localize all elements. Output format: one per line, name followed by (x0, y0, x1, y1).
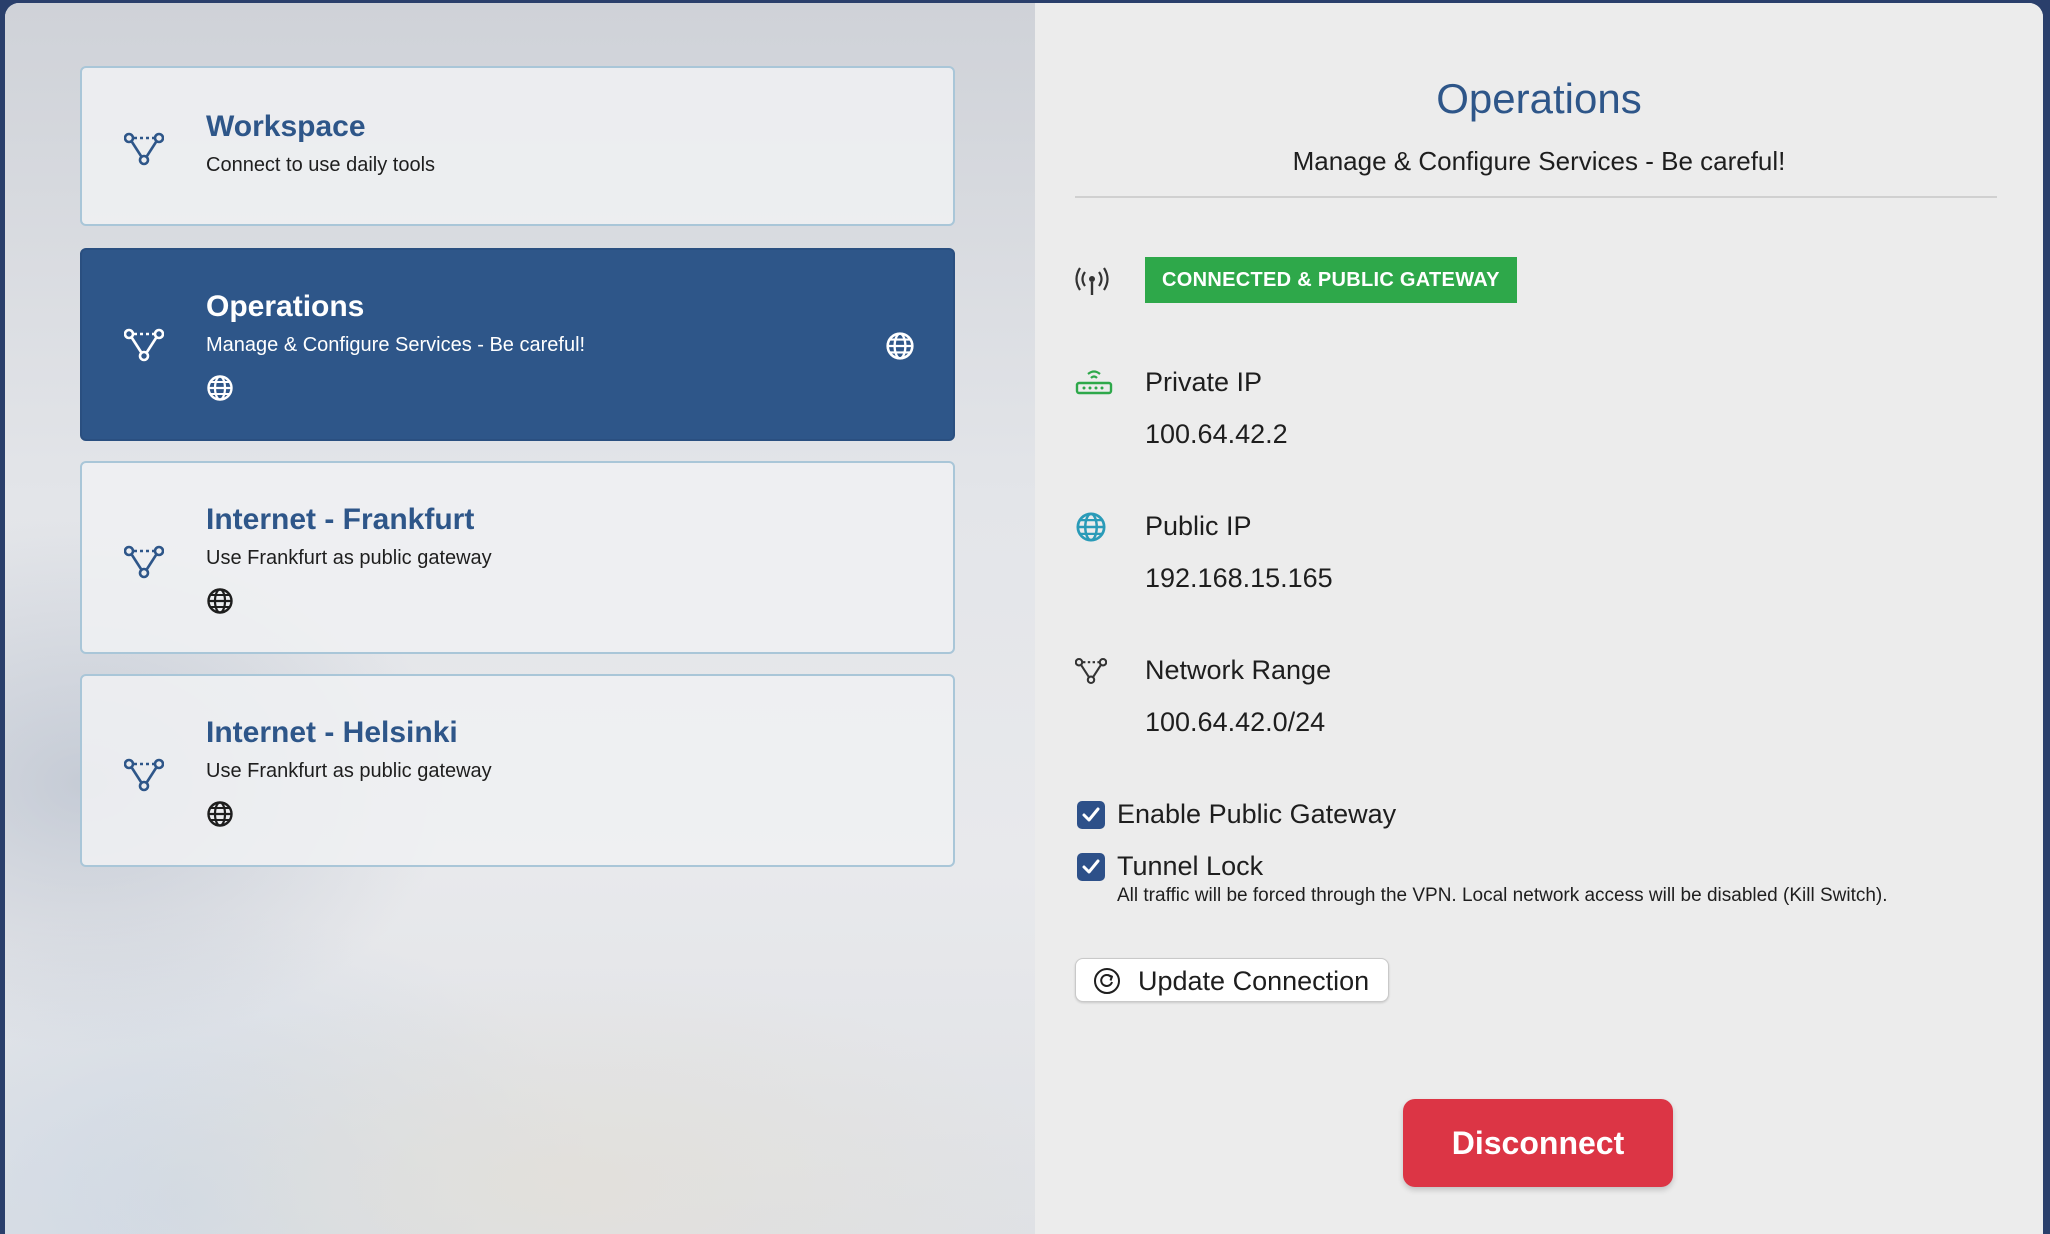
connection-subtitle: Use Frankfurt as public gateway (206, 547, 492, 569)
router-icon (1075, 370, 1113, 395)
globe-icon (1075, 511, 1107, 543)
refresh-icon (1094, 968, 1120, 994)
tunnel-lock-help-text: All traffic will be forced through the V… (1117, 885, 1888, 906)
connection-list: Workspace Connect to use daily tools Ope… (5, 3, 1035, 1234)
public-ip-value: 192.168.15.165 (1145, 563, 1333, 593)
divider (1075, 196, 1997, 198)
network-topology-icon (124, 132, 164, 166)
detail-subtitle: Manage & Configure Services - Be careful… (1292, 146, 1786, 176)
connection-card-workspace[interactable]: Workspace Connect to use daily tools (80, 66, 955, 226)
network-range-label: Network Range (1145, 655, 1332, 685)
network-topology-icon (1075, 657, 1107, 685)
private-ip-label: Private IP (1145, 367, 1263, 397)
antenna-icon (1075, 267, 1109, 295)
checkmark-icon (1082, 859, 1100, 874)
detail-title: Operations (1436, 75, 1642, 122)
network-topology-icon (124, 758, 164, 792)
connection-title: Internet - Frankfurt (206, 503, 475, 536)
connection-subtitle: Manage & Configure Services - Be careful… (206, 334, 586, 356)
enable-gateway-checkbox[interactable] (1077, 801, 1105, 829)
enable-gateway-label[interactable]: Enable Public Gateway (1117, 799, 1396, 830)
connection-title: Operations (206, 290, 365, 323)
status-badge: CONNECTED & PUBLIC GATEWAY (1145, 257, 1517, 303)
network-topology-icon (124, 545, 164, 579)
network-range-value: 100.64.42.0/24 (1145, 707, 1326, 737)
update-connection-label: Update Connection (1138, 966, 1370, 996)
app-window: Workspace Connect to use daily tools Ope… (5, 3, 2043, 1234)
globe-icon (885, 331, 915, 361)
globe-icon (206, 587, 234, 615)
public-ip-label: Public IP (1145, 511, 1252, 541)
tunnel-lock-label[interactable]: Tunnel Lock (1117, 851, 1263, 882)
connection-title: Workspace (206, 110, 366, 143)
update-connection-button[interactable]: Update Connection (1075, 958, 1389, 1002)
connection-title: Internet - Helsinki (206, 716, 458, 749)
connection-subtitle: Use Frankfurt as public gateway (206, 760, 492, 782)
connection-card-helsinki[interactable]: Internet - Helsinki Use Frankfurt as pub… (80, 674, 955, 867)
tunnel-lock-checkbox[interactable] (1077, 853, 1105, 881)
globe-icon (206, 374, 234, 402)
connection-subtitle: Connect to use daily tools (206, 154, 436, 176)
globe-icon (206, 800, 234, 828)
network-topology-icon (124, 328, 164, 362)
connection-card-operations[interactable]: Operations Manage & Configure Services -… (80, 248, 955, 441)
private-ip-value: 100.64.42.2 (1145, 419, 1288, 449)
disconnect-button[interactable]: Disconnect (1403, 1099, 1673, 1187)
connection-detail-panel: Operations Manage & Configure Services -… (1035, 3, 2043, 1234)
connection-card-frankfurt[interactable]: Internet - Frankfurt Use Frankfurt as pu… (80, 461, 955, 654)
checkmark-icon (1082, 807, 1100, 822)
